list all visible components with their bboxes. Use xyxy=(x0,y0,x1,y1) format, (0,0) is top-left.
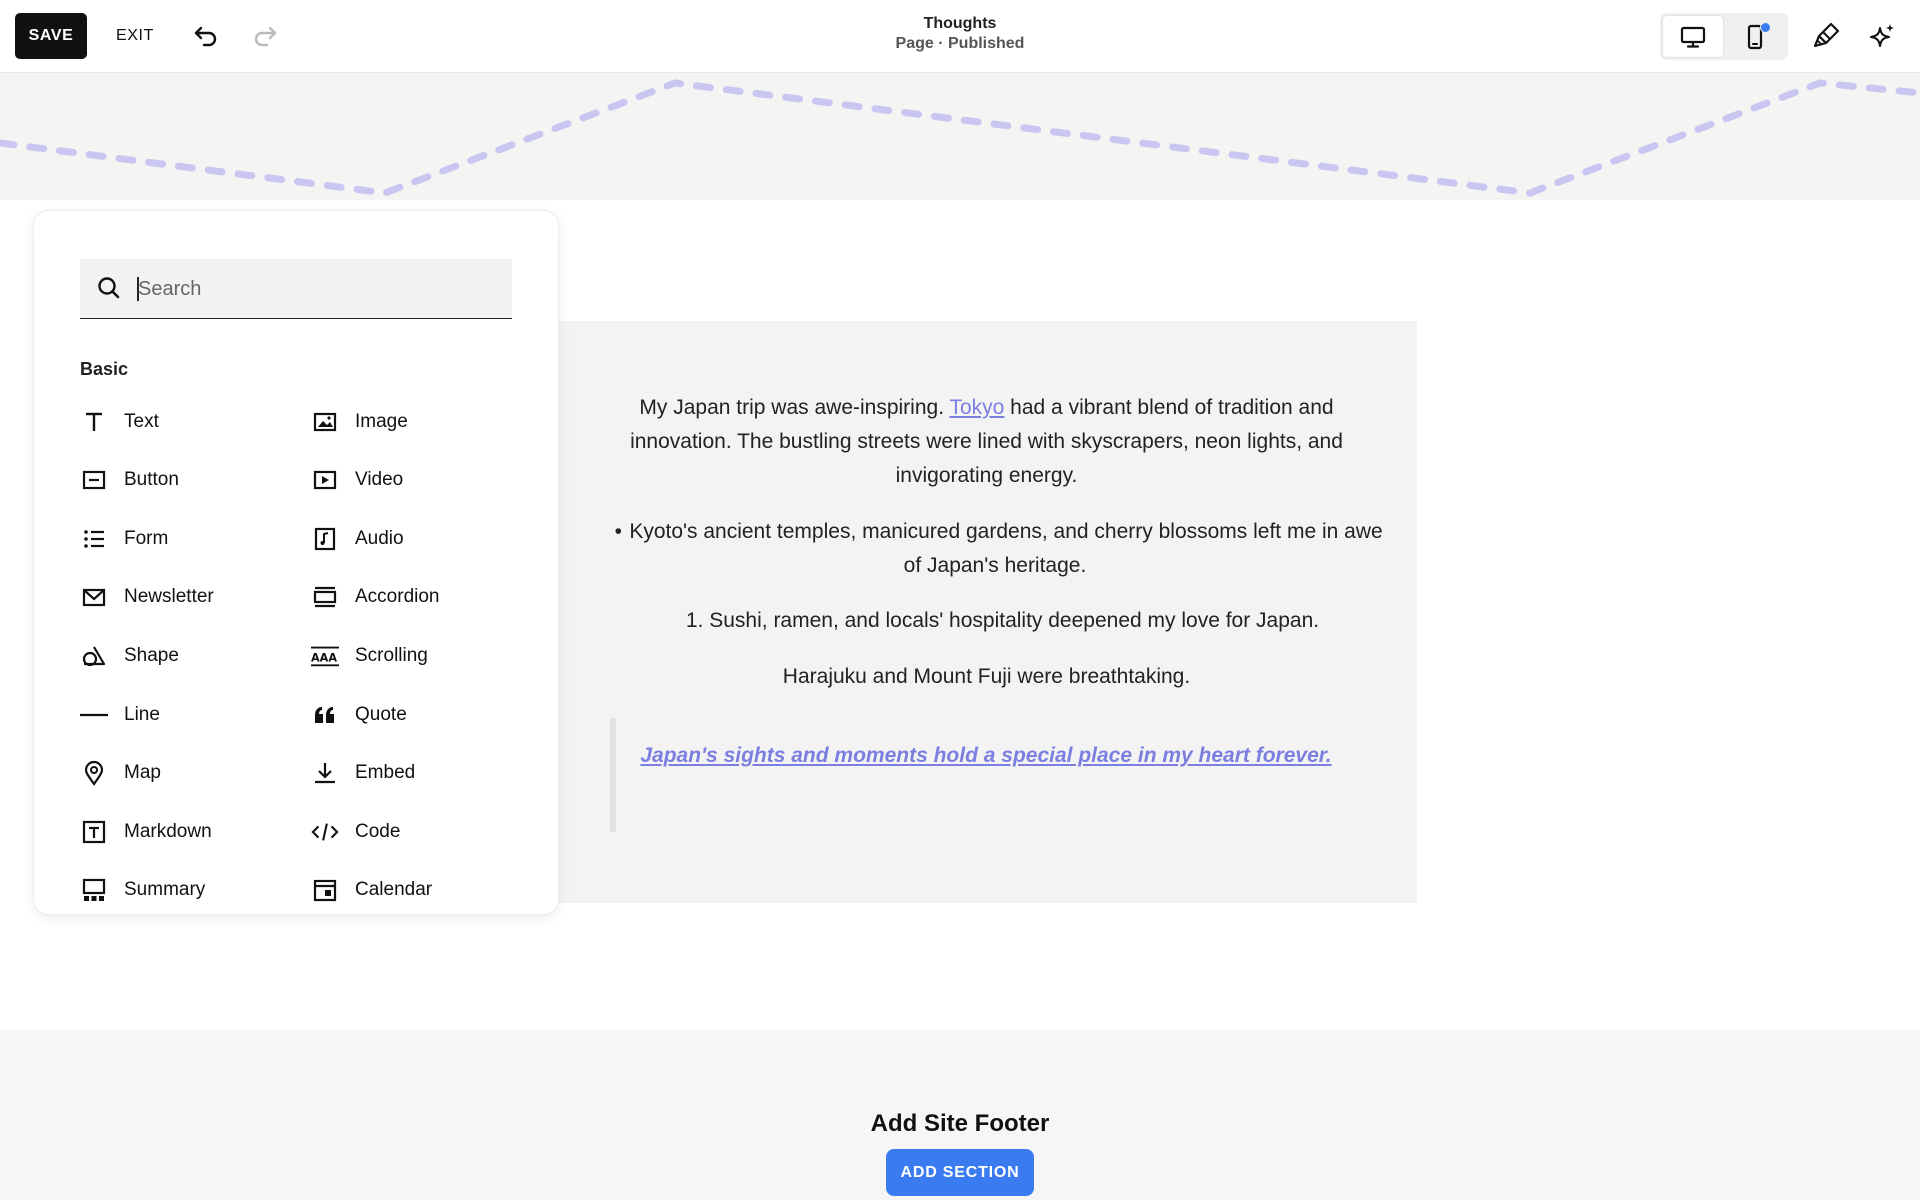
block-item-calendar[interactable]: Calendar xyxy=(311,866,432,914)
block-item-audio[interactable]: Audio xyxy=(311,515,404,563)
tokyo-link[interactable]: Tokyo xyxy=(949,396,1004,419)
block-label: Text xyxy=(124,411,159,432)
bullet-marker: • xyxy=(614,520,622,543)
block-item-embed[interactable]: Embed xyxy=(311,749,415,797)
block-label: Image xyxy=(355,411,408,432)
add-section-button[interactable]: ADD SECTION xyxy=(886,1149,1034,1196)
block-label: Form xyxy=(124,528,169,549)
block-item-button[interactable]: Button xyxy=(80,456,179,504)
block-item-markdown[interactable]: Markdown xyxy=(80,808,212,856)
block-item-shape[interactable]: Shape xyxy=(80,632,179,680)
block-label: Map xyxy=(124,762,161,783)
block-item-video[interactable]: Video xyxy=(311,456,403,504)
form-icon xyxy=(80,525,108,553)
save-button[interactable]: SAVE xyxy=(15,13,87,59)
exit-button[interactable]: EXIT xyxy=(104,13,166,59)
video-icon xyxy=(311,466,339,494)
quote-icon xyxy=(311,701,339,729)
button-icon xyxy=(80,466,108,494)
markdown-icon xyxy=(80,818,108,846)
search-input[interactable] xyxy=(136,273,500,305)
section-label-basic: Basic xyxy=(80,359,129,379)
redo-button[interactable] xyxy=(243,14,287,58)
newsletter-icon xyxy=(80,583,108,611)
bullet-text: Kyoto's ancient temples, manicured garde… xyxy=(629,520,1383,577)
design-brush-button[interactable] xyxy=(1804,14,1848,58)
block-item-summary[interactable]: Summary xyxy=(80,866,205,914)
search-field[interactable] xyxy=(80,259,512,319)
text-block-card[interactable]: My Japan trip was awe-inspiring. Tokyo h… xyxy=(556,321,1417,903)
undo-icon xyxy=(194,26,217,47)
quote-border xyxy=(610,718,616,832)
desktop-view-button[interactable] xyxy=(1663,16,1723,57)
shape-icon xyxy=(80,642,108,670)
block-item-accordion[interactable]: Accordion xyxy=(311,573,440,621)
block-item-newsletter[interactable]: Newsletter xyxy=(80,573,214,621)
map-icon xyxy=(80,759,108,787)
block-item-line[interactable]: Line xyxy=(80,691,160,739)
bullet-item[interactable]: • Kyoto's ancient temples, manicured gard… xyxy=(600,515,1390,583)
text-caret xyxy=(137,277,139,301)
block-label: Newsletter xyxy=(124,586,214,607)
top-toolbar: SAVE EXIT Thoughts Page · Published xyxy=(0,0,1920,73)
quote-text[interactable]: Japan's sights and moments hold a specia… xyxy=(636,739,1336,773)
ai-sparkle-button[interactable] xyxy=(1860,14,1904,58)
text-icon xyxy=(80,408,108,436)
block-label: Accordion xyxy=(355,586,440,607)
scrolling-icon: AAA xyxy=(311,642,339,670)
sparkle-icon xyxy=(1869,24,1894,48)
device-toggle xyxy=(1660,13,1788,60)
block-item-scrolling[interactable]: AAA Scrolling xyxy=(311,632,428,680)
redo-icon xyxy=(254,26,277,47)
block-label: Scrolling xyxy=(355,645,428,666)
paragraph-harajuku[interactable]: Harajuku and Mount Fuji were breathtakin… xyxy=(600,660,1373,694)
block-item-image[interactable]: Image xyxy=(311,398,408,446)
block-item-map[interactable]: Map xyxy=(80,749,161,797)
paragraph-intro[interactable]: My Japan trip was awe-inspiring. Tokyo h… xyxy=(600,391,1373,493)
page-title: Thoughts xyxy=(923,15,997,32)
desktop-icon xyxy=(1680,26,1706,48)
paintbrush-icon xyxy=(1813,22,1840,48)
numbered-item[interactable]: 1. Sushi, ramen, and locals' hospitality… xyxy=(616,604,1389,638)
block-item-text[interactable]: Text xyxy=(80,398,159,446)
block-label: Markdown xyxy=(124,821,212,842)
block-label: Button xyxy=(124,469,179,490)
paragraph-intro-text: My Japan trip was awe-inspiring. xyxy=(639,396,950,419)
add-block-panel: Basic Text Button Form Newsletter Shape … xyxy=(34,211,558,914)
page-title-block: Thoughts Page · Published xyxy=(760,14,1160,54)
calendar-icon xyxy=(311,876,339,904)
dotted-wave-divider xyxy=(0,79,1920,197)
block-label: Video xyxy=(355,469,404,490)
notification-dot xyxy=(1760,22,1771,33)
accordion-icon xyxy=(311,583,339,611)
mobile-view-button[interactable] xyxy=(1725,16,1785,57)
search-icon xyxy=(98,277,120,299)
audio-icon xyxy=(311,525,339,553)
block-label: Shape xyxy=(124,645,179,666)
block-label: Code xyxy=(355,821,401,842)
line-icon xyxy=(80,701,108,729)
block-item-quote[interactable]: Quote xyxy=(311,691,407,739)
block-item-form[interactable]: Form xyxy=(80,515,168,563)
image-icon xyxy=(311,408,339,436)
embed-icon xyxy=(311,759,339,787)
page-status: Page · Published xyxy=(895,35,1025,52)
footer-title: Add Site Footer xyxy=(870,1110,1050,1137)
block-label: Quote xyxy=(355,704,407,725)
block-label: Calendar xyxy=(355,879,433,900)
block-label: Summary xyxy=(124,879,206,900)
block-label: Embed xyxy=(355,762,416,783)
code-icon xyxy=(311,818,339,846)
summary-icon xyxy=(80,876,108,904)
block-item-code[interactable]: Code xyxy=(311,808,400,856)
undo-button[interactable] xyxy=(184,14,228,58)
block-label: Audio xyxy=(355,528,404,549)
block-label: Line xyxy=(124,704,160,725)
svg-text:AAA: AAA xyxy=(311,652,337,665)
